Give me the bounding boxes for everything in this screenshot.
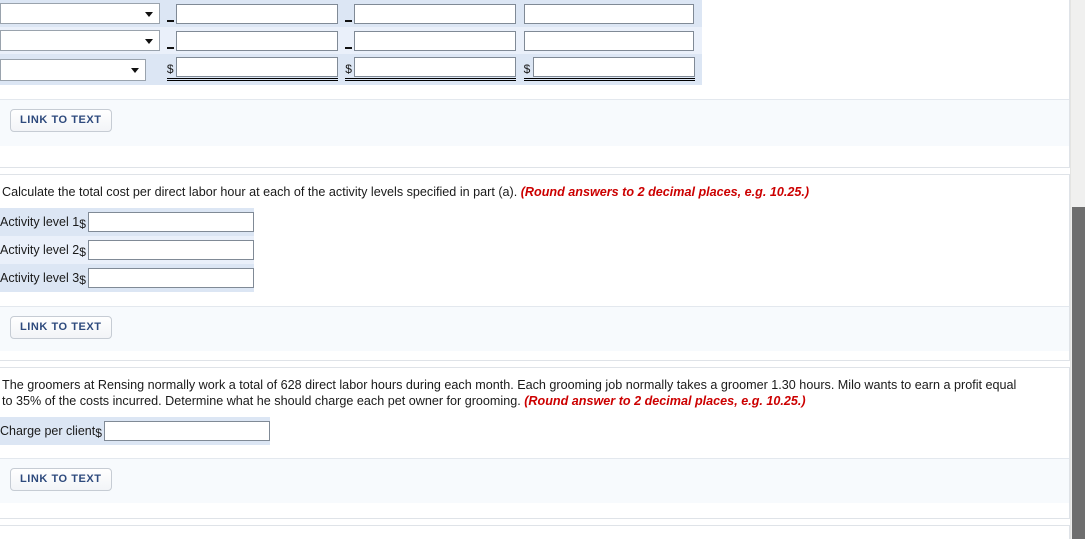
row-3-col-3-cell: $ — [523, 54, 702, 85]
charge-per-client-table: Charge per client $ — [0, 417, 271, 445]
row-1-col-2-input[interactable] — [354, 3, 517, 24]
scrollbar-thumb[interactable] — [1072, 207, 1085, 539]
vertical-scrollbar[interactable] — [1070, 0, 1085, 539]
section-b-panel: Calculate the total cost per direct labo… — [0, 174, 1070, 361]
row-2-account-cell — [0, 27, 167, 54]
row-3-col-1-cell: $ — [166, 54, 345, 85]
activity-level-1-label: Activity level 1 — [0, 215, 80, 229]
dollar-sign-label: $ — [79, 245, 86, 259]
row-3-col-3-input[interactable] — [532, 56, 695, 77]
activity-level-1-input[interactable] — [88, 212, 255, 232]
table-row: Activity level 1 $ — [0, 208, 255, 236]
section-a-link-bar: LINK TO TEXT — [0, 99, 1069, 146]
row-1-account-select[interactable] — [0, 3, 160, 24]
row-2-col-2-cell — [345, 27, 523, 54]
table-row — [0, 27, 702, 54]
activity-level-2-cell: $ — [79, 236, 255, 264]
table-row: Activity level 3 $ — [0, 264, 255, 292]
charge-per-client-cell: $ — [95, 417, 271, 445]
page-content: $ $ $ LINK TO TEXT Calculate the total c… — [0, 0, 1070, 539]
dollar-sign-label: $ — [79, 273, 86, 287]
row-2-col-1-input[interactable] — [175, 30, 338, 51]
row-2-col-2-input[interactable] — [354, 30, 517, 51]
row-2-col-3-cell — [523, 27, 702, 54]
row-3-account-select[interactable] — [0, 58, 146, 81]
row-3-col-2-input[interactable] — [354, 56, 517, 77]
row-3-col-2-cell: $ — [345, 54, 523, 85]
row-1-account-cell — [0, 0, 167, 27]
activity-level-3-cell: $ — [79, 264, 255, 292]
row-3-account-cell — [0, 54, 167, 85]
section-c-paragraph: The groomers at Rensing normally work a … — [0, 368, 1069, 417]
link-to-text-button-c[interactable]: LINK TO TEXT — [10, 468, 112, 491]
table-row-total: $ $ $ — [0, 54, 702, 85]
row-1-col-3-input[interactable] — [523, 3, 694, 24]
dollar-sign-label: $ — [523, 61, 531, 76]
dash-prefix-icon — [345, 19, 354, 24]
activity-level-2-label: Activity level 2 — [0, 243, 80, 257]
row-3-col-1-input[interactable] — [175, 56, 338, 77]
dash-prefix-icon — [166, 46, 176, 51]
row-3-col-2-total-underline: $ — [345, 56, 517, 81]
row-2-col-1-cell — [166, 27, 345, 54]
section-c-panel: The groomers at Rensing normally work a … — [0, 367, 1070, 519]
dollar-sign-label: $ — [166, 61, 174, 76]
row-2-account-select[interactable] — [0, 30, 160, 51]
table-row: Charge per client $ — [0, 417, 271, 445]
section-a-panel: $ $ $ LINK TO TEXT — [0, 0, 1070, 168]
dollar-sign-label: $ — [95, 426, 102, 440]
charge-per-client-input[interactable] — [104, 421, 271, 441]
row-1-select-wrap[interactable] — [0, 3, 160, 24]
section-d-panel-partial — [0, 525, 1070, 539]
activity-level-2-input[interactable] — [88, 240, 255, 260]
section-b-instruction: Calculate the total cost per direct labo… — [0, 175, 1069, 208]
row-2-col-3-input[interactable] — [523, 30, 694, 51]
row-3-col-3-total-underline: $ — [523, 56, 695, 81]
dollar-sign-label: $ — [345, 61, 352, 76]
section-b-instruction-text: Calculate the total cost per direct labo… — [2, 185, 521, 199]
table-row — [0, 0, 702, 27]
row-3-select-wrap[interactable] — [0, 58, 146, 81]
row-3-col-1-total-underline: $ — [166, 56, 338, 81]
activity-level-1-cell: $ — [79, 208, 255, 236]
section-b-instruction-note: (Round answers to 2 decimal places, e.g.… — [520, 185, 810, 199]
dash-prefix-icon — [166, 19, 176, 24]
dash-prefix-icon — [345, 46, 354, 51]
section-c-link-bar: LINK TO TEXT — [0, 458, 1069, 503]
section-c-paragraph-text: The groomers at Rensing normally work a … — [2, 378, 1017, 408]
table-row: Activity level 2 $ — [0, 236, 255, 264]
part-a-entry-table: $ $ $ — [0, 0, 702, 85]
row-1-col-2-cell — [345, 0, 523, 27]
link-to-text-button-a[interactable]: LINK TO TEXT — [10, 109, 112, 132]
activity-level-3-label: Activity level 3 — [0, 271, 80, 285]
row-1-col-3-cell — [523, 0, 702, 27]
section-c-paragraph-note: (Round answer to 2 decimal places, e.g. … — [524, 394, 806, 408]
row-2-select-wrap[interactable] — [0, 30, 160, 51]
dollar-sign-label: $ — [79, 217, 86, 231]
charge-per-client-label: Charge per client — [0, 424, 96, 438]
row-1-col-1-input[interactable] — [175, 3, 338, 24]
activity-levels-table: Activity level 1 $ Activity level 2 $ Ac… — [0, 208, 255, 292]
activity-level-3-input[interactable] — [88, 268, 255, 288]
section-b-link-bar: LINK TO TEXT — [0, 306, 1069, 351]
row-1-col-1-cell — [166, 0, 345, 27]
link-to-text-button-b[interactable]: LINK TO TEXT — [10, 316, 112, 339]
